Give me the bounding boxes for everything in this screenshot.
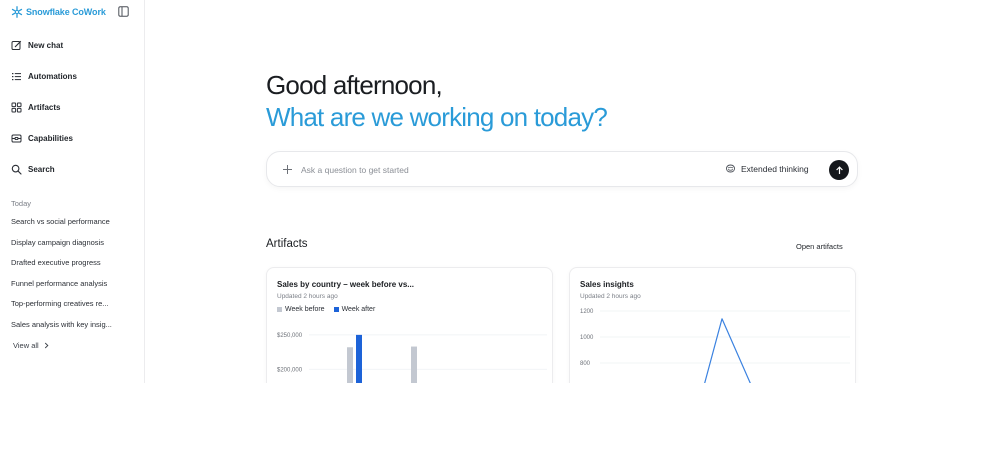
snowflake-logo-icon [11, 6, 23, 18]
sidebar-item-search[interactable]: Search [11, 162, 136, 176]
brain-icon [726, 164, 735, 173]
grid-icon [11, 102, 22, 112]
y-tick-label: $200,000 [277, 367, 303, 373]
plus-icon[interactable] [282, 164, 293, 175]
sidebar-item-label: Artifacts [28, 102, 61, 112]
sidebar-toggle-icon[interactable] [118, 6, 129, 17]
bar [356, 334, 362, 383]
sidebar: Snowflake CoWork New chat Automations Ar… [0, 0, 145, 383]
history-section-label: Today [11, 199, 32, 208]
bar-chart: $250,000$200,000$150,000 [277, 333, 547, 383]
search-icon [11, 164, 22, 175]
artifact-card-sales-insights[interactable]: Sales insights Updated 2 hours ago 1200 1… [569, 267, 856, 383]
line-chart: 12001000800600400 [580, 309, 850, 383]
sidebar-item-artifacts[interactable]: Artifacts [11, 100, 136, 114]
y-tick-label: 1200 [580, 309, 594, 315]
app-window: Snowflake CoWork New chat Automations Ar… [0, 0, 1000, 383]
sidebar-item-new-chat[interactable]: New chat [11, 38, 136, 52]
sidebar-item-automations[interactable]: Automations [11, 69, 136, 83]
sidebar-item-label: Search [28, 164, 55, 174]
extended-thinking-toggle[interactable]: Extended thinking [725, 163, 809, 174]
capabilities-icon [11, 134, 22, 142]
bar [347, 347, 353, 383]
history-item[interactable]: Search vs social performance [11, 217, 139, 238]
arrow-up-icon [835, 165, 843, 174]
brand[interactable]: Snowflake CoWork [11, 6, 106, 18]
extended-thinking-label: Extended thinking [741, 163, 809, 174]
sidebar-item-label: Capabilities [28, 133, 73, 143]
chevron-right-icon [44, 342, 49, 349]
sidebar-item-label: New chat [28, 40, 64, 50]
y-tick-label: 1000 [580, 335, 594, 341]
list-icon [12, 72, 21, 80]
blank-area [0, 383, 1000, 454]
artifact-card-sales-by-country[interactable]: Sales by country – week before vs... Upd… [266, 267, 553, 383]
history-item[interactable]: Drafted executive progress [11, 258, 139, 279]
y-tick-label: $250,000 [277, 333, 303, 339]
view-all-label: View all [13, 341, 39, 350]
sidebar-nav: New chat Automations Artifacts Capabilit… [11, 38, 136, 193]
history-item[interactable]: Display campaign diagnosis [11, 238, 139, 259]
chat-history-list: Search vs social performance Display cam… [11, 217, 139, 341]
sidebar-item-label: Automations [28, 71, 77, 81]
y-tick-label: 800 [580, 361, 591, 367]
series-line [704, 318, 751, 383]
brand-name: Snowflake CoWork [26, 7, 106, 17]
view-all-link[interactable]: View all [13, 341, 50, 350]
bar [411, 346, 417, 383]
sidebar-item-capabilities[interactable]: Capabilities [11, 131, 136, 145]
history-item[interactable]: Funnel performance analysis [11, 279, 139, 300]
greeting-heading: Good afternoon, [266, 70, 443, 100]
history-item[interactable]: Sales analysis with key insig... [11, 320, 139, 341]
artifacts-heading: Artifacts [266, 238, 308, 250]
greeting-subheading: What are we working on today? [266, 102, 608, 132]
send-button[interactable] [829, 160, 849, 180]
open-artifacts-link[interactable]: Open artifacts [796, 242, 843, 251]
history-item[interactable]: Top-performing creatives re... [11, 299, 139, 320]
prompt-input[interactable] [301, 162, 661, 177]
new-chat-icon [11, 40, 22, 50]
prompt-box: Extended thinking [266, 151, 858, 187]
